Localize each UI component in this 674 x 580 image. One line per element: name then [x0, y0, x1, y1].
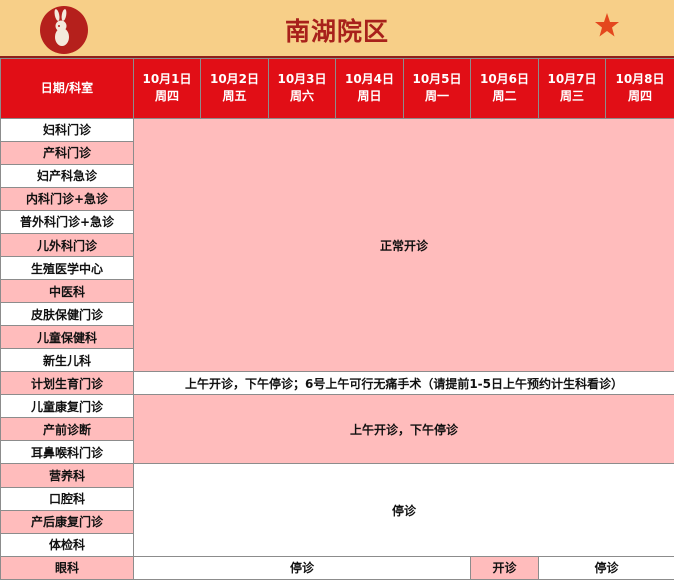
dept-label: 中医科	[0, 279, 134, 304]
page-title: 南湖院区	[284, 17, 389, 46]
table-row: 妇科门诊 正常开诊	[0, 117, 674, 373]
header-banner: 南湖院区	[0, 0, 674, 58]
dept-label: 皮肤保健门诊	[0, 302, 134, 327]
column-header-row: 日期/科室 10月1日 周四 10月2日 周五 10月3日 周六 10月4日 周日 10…	[0, 58, 674, 119]
eye-open-cell: 开诊	[470, 555, 539, 580]
day-header: 10月5日 周一	[403, 58, 471, 119]
dept-label: 生殖医学中心	[0, 256, 134, 281]
day-header: 10月4日 周日	[335, 58, 404, 119]
dept-label: 产科门诊	[0, 140, 134, 165]
dept-label: 普外科门诊+急诊	[0, 209, 134, 234]
day-header: 10月8日 周四	[605, 58, 674, 119]
corner-label: 日期/科室	[0, 58, 134, 119]
star-icon	[595, 13, 619, 37]
day-header: 10月1日 周四	[133, 58, 201, 119]
dept-label: 营养科	[0, 463, 134, 488]
morning-only-block: 上午开诊，下午停诊	[133, 394, 674, 465]
eye-closed-cell: 停诊	[133, 555, 471, 580]
dept-label: 耳鼻喉科门诊	[0, 440, 134, 465]
dept-label: 妇产科急诊	[0, 163, 134, 188]
dept-label: 产前诊断	[0, 417, 134, 442]
closed-block: 停诊	[133, 463, 674, 557]
table-row: 儿童康复门诊 上午开诊，下午停诊	[0, 394, 674, 465]
normal-open-block: 正常开诊	[133, 117, 674, 373]
dept-label: 口腔科	[0, 486, 134, 511]
table-row: 营养科 停诊	[0, 463, 674, 557]
dept-label: 计划生育门诊	[0, 371, 134, 396]
dept-label: 妇科门诊	[0, 117, 134, 142]
table-row: 眼科 停诊 开诊 停诊	[0, 555, 674, 580]
dept-label: 儿外科门诊	[0, 232, 134, 258]
day-header: 10月3日 周六	[268, 58, 336, 119]
dept-label: 内科门诊+急诊	[0, 186, 134, 211]
dept-label: 新生儿科	[0, 348, 134, 373]
dept-label: 产后康复门诊	[0, 509, 134, 534]
dept-label: 儿童保健科	[0, 325, 134, 350]
dept-label: 体检科	[0, 532, 134, 557]
day-header: 10月2日 周五	[200, 58, 269, 119]
day-header: 10月7日 周三	[538, 58, 606, 119]
family-planning-block: 上午开诊，下午停诊；6号上午可行无痛手术（请提前1-5日上午预约计生科看诊）	[133, 371, 674, 396]
schedule-page: 南湖院区 日期/科室 10月1日 周四 10月2日 周五 10月3日 周六 10月4日…	[0, 0, 674, 580]
table-row: 计划生育门诊 上午开诊，下午停诊；6号上午可行无痛手术（请提前1-5日上午预约计…	[0, 371, 674, 396]
dept-label: 眼科	[0, 555, 134, 580]
schedule-table: 日期/科室 10月1日 周四 10月2日 周五 10月3日 周六 10月4日 周日 10…	[0, 58, 674, 580]
day-header: 10月6日 周二	[470, 58, 539, 119]
dept-label: 儿童康复门诊	[0, 394, 134, 419]
eye-closed-cell: 停诊	[538, 555, 674, 580]
